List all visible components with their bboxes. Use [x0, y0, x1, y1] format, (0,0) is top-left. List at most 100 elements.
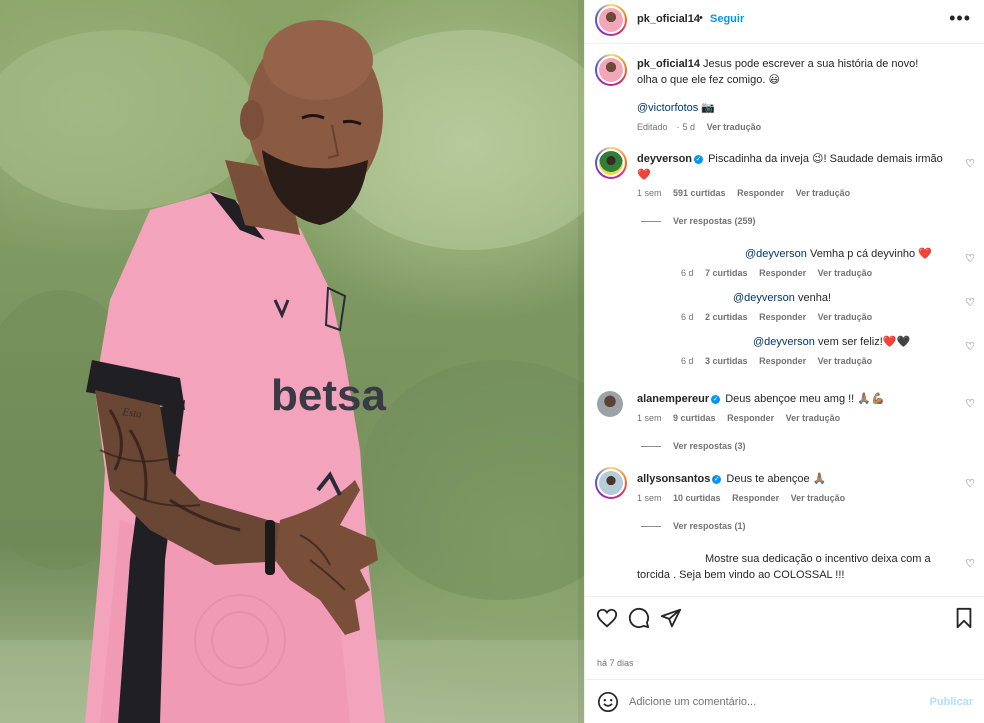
reply-translate-link[interactable]: Ver tradução	[818, 356, 873, 366]
view-replies-label: Ver respostas (1)	[673, 521, 746, 531]
header-separator: •	[699, 12, 703, 24]
caption-time: 5 d	[682, 122, 696, 132]
caption-mention[interactable]: @victorfotos	[637, 102, 698, 114]
post-date: há 7 dias	[597, 658, 634, 668]
comment-reply-button[interactable]: Responder	[727, 413, 774, 423]
comment-time: 1 sem	[637, 493, 662, 503]
author-avatar[interactable]	[595, 4, 627, 36]
divider-line	[641, 446, 661, 448]
comment-body-line1: Mostre sua dedicação o incentivo deixa c…	[705, 553, 931, 565]
reply-text: @deyverson vem ser feliz!❤️🖤	[753, 334, 910, 350]
comment-translate-link[interactable]: Ver tradução	[796, 188, 851, 198]
player-illustration: betsa Esta	[0, 20, 584, 723]
comment-body-line2: torcida . Seja bem vindo ao COLOSSAL !!!	[637, 569, 845, 581]
caption-line2: olha o que ele fez comigo. 😃	[637, 74, 780, 86]
comment-text: Mostre sua dedicação o incentivo deixa c…	[637, 551, 947, 583]
reply-likes[interactable]: 3 curtidas	[705, 356, 748, 366]
reply-likes[interactable]: 7 curtidas	[705, 268, 748, 278]
comment-meta: 1 sem 9 curtidas Responder Ver tradução	[637, 413, 849, 423]
comment-likes[interactable]: 9 curtidas	[673, 413, 716, 423]
caption-translate-link[interactable]: Ver tradução	[707, 122, 762, 132]
view-replies-button[interactable]: Ver respostas (3)	[641, 441, 746, 451]
reply-like-icon[interactable]: ♡	[965, 252, 975, 265]
comment-body: Deus abençoe meu amg !! 🙏🏽💪🏽	[725, 393, 885, 405]
comment-like-icon[interactable]: ♡	[965, 557, 975, 570]
reply-reply-button[interactable]: Responder	[759, 268, 806, 278]
comment-like-icon[interactable]: ♡	[965, 397, 975, 410]
caption-line1: Jesus pode escrever a sua história de no…	[703, 58, 919, 70]
reply-meta: 6 d 2 curtidas Responder Ver tradução	[681, 312, 881, 322]
camera-icon: 📷	[701, 102, 716, 114]
reply-meta: 6 d 7 curtidas Responder Ver tradução	[681, 268, 881, 278]
reply-reply-button[interactable]: Responder	[759, 312, 806, 322]
reply-translate-link[interactable]: Ver tradução	[818, 268, 873, 278]
heart-emoji-icon: ❤️	[918, 248, 932, 260]
caption-edited: Editado	[637, 122, 668, 132]
emoji-smiley-icon[interactable]	[597, 691, 619, 713]
follow-button[interactable]: Seguir	[710, 13, 744, 25]
caption-avatar[interactable]	[595, 54, 627, 86]
reply-time: 6 d	[681, 356, 694, 366]
comment-bubble-icon[interactable]	[628, 607, 650, 629]
post-panel: pk_oficial14 • Seguir ••• pk_oficial14 J…	[584, 0, 984, 723]
reply-time: 6 d	[681, 312, 694, 322]
view-replies-label: Ver respostas (3)	[673, 441, 746, 451]
comment-body: Deus te abençoe 🙏🏽	[726, 473, 827, 485]
comment-likes[interactable]: 10 curtidas	[673, 493, 721, 503]
reply-body: vem ser feliz!	[817, 336, 883, 348]
reply-text: @deyverson Vemha p cá deyvinho ❤️	[745, 246, 932, 262]
comment-body: Piscadinha da inveja 😉! Saudade demais i…	[708, 153, 943, 165]
caption-mention-row: @victorfotos 📷	[637, 100, 715, 116]
verified-icon: ✓	[694, 155, 704, 164]
caption-username[interactable]: pk_oficial14	[637, 58, 700, 70]
comment-username[interactable]: allysonsantos	[637, 473, 710, 485]
reply-body: venha!	[797, 292, 832, 304]
comment-avatar[interactable]	[595, 147, 627, 179]
comments-list[interactable]: pk_oficial14 Jesus pode escrever a sua h…	[585, 45, 984, 595]
more-options-icon[interactable]: •••	[949, 8, 971, 29]
bookmark-icon[interactable]	[953, 607, 975, 629]
view-replies-label: Ver respostas (259)	[673, 216, 756, 226]
view-replies-button[interactable]: Ver respostas (1)	[641, 521, 746, 531]
divider-line	[641, 221, 661, 223]
comment-text: deyverson ✓ Piscadinha da inveja 😉! Sauda…	[637, 151, 947, 183]
share-plane-icon[interactable]	[660, 607, 682, 629]
view-replies-button[interactable]: Ver respostas (259)	[641, 216, 756, 226]
reply-reply-button[interactable]: Responder	[759, 356, 806, 366]
post-photo[interactable]: betsa Esta	[0, 0, 584, 723]
reply-likes[interactable]: 2 curtidas	[705, 312, 748, 322]
publish-button[interactable]: Publicar	[930, 696, 973, 708]
reply-like-icon[interactable]: ♡	[965, 340, 975, 353]
comment-reply-button[interactable]: Responder	[732, 493, 779, 503]
reply-text: @deyverson venha!	[733, 290, 831, 306]
reply-mention[interactable]: @deyverson	[745, 248, 807, 260]
comment-text: alanempereur ✓ Deus abençoe meu amg !! 🙏🏽…	[637, 391, 947, 407]
shirt-sponsor-text: betsa	[271, 371, 386, 420]
reply-meta: 6 d 3 curtidas Responder Ver tradução	[681, 356, 881, 366]
reply-translate-link[interactable]: Ver tradução	[818, 312, 873, 322]
comment-likes[interactable]: 591 curtidas	[673, 188, 726, 198]
comment-translate-link[interactable]: Ver tradução	[791, 493, 846, 503]
comment-like-icon[interactable]: ♡	[965, 477, 975, 490]
author-username[interactable]: pk_oficial14	[637, 13, 700, 25]
reply-like-icon[interactable]: ♡	[965, 296, 975, 309]
comment-time: 1 sem	[637, 188, 662, 198]
comment-like-icon[interactable]: ♡	[965, 157, 975, 170]
comment-translate-link[interactable]: Ver tradução	[786, 413, 841, 423]
comment-time: 1 sem	[637, 413, 662, 423]
heart-emoji-icon: ❤️🖤	[882, 336, 911, 348]
comment-avatar[interactable]	[595, 467, 627, 499]
post-header: pk_oficial14 • Seguir •••	[585, 0, 984, 44]
comment-avatar[interactable]	[597, 391, 623, 417]
comment-username[interactable]: deyverson	[637, 153, 692, 165]
reply-mention[interactable]: @deyverson	[733, 292, 795, 304]
like-heart-icon[interactable]	[596, 607, 618, 629]
comment-meta: 1 sem 591 curtidas Responder Ver traduçã…	[637, 188, 859, 198]
reply-mention[interactable]: @deyverson	[753, 336, 815, 348]
comment-input[interactable]	[629, 692, 919, 712]
caption-meta: Editado · 5 d Ver tradução	[637, 122, 762, 132]
comment-username[interactable]: alanempereur	[637, 393, 709, 405]
caption-text: pk_oficial14 Jesus pode escrever a sua h…	[637, 56, 967, 88]
comment-reply-button[interactable]: Responder	[737, 188, 784, 198]
comment-meta: 1 sem 10 curtidas Responder Ver tradução	[637, 493, 854, 503]
